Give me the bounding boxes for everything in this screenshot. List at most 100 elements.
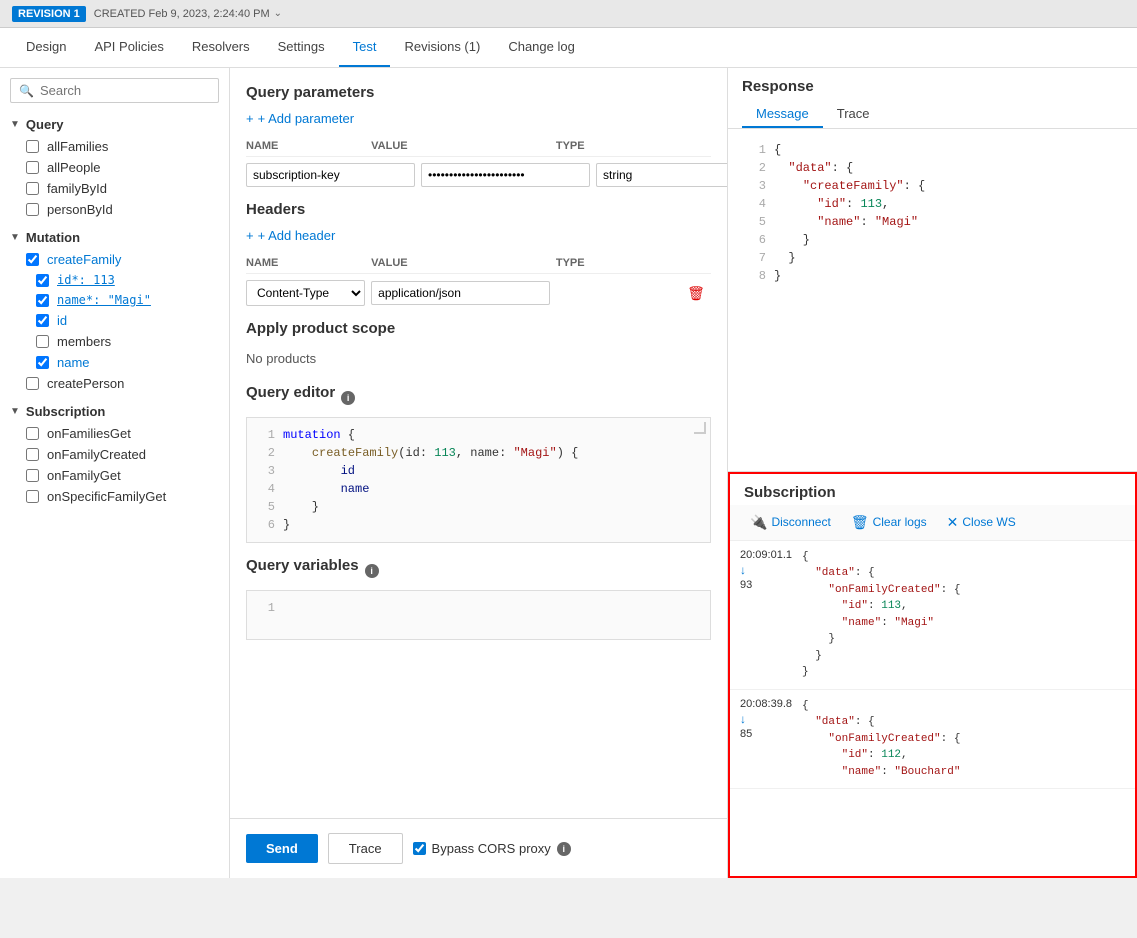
search-box[interactable]: 🔍 xyxy=(10,78,219,103)
add-header-link[interactable]: + + Add header xyxy=(246,228,711,243)
list-item[interactable]: name*: "Magi" xyxy=(0,290,229,310)
sidebar-section-query-label: Query xyxy=(26,117,64,132)
list-item[interactable]: createFamily xyxy=(0,249,229,270)
onSpecificFamilyGet-checkbox[interactable] xyxy=(26,490,39,503)
code-line: 5 "name": "Magi" xyxy=(746,213,1119,231)
createFamily-checkbox[interactable] xyxy=(26,253,39,266)
list-item[interactable]: id*: 113 xyxy=(0,270,229,290)
code-line: 1 mutation { xyxy=(255,426,702,444)
close-ws-button[interactable]: ✕ Close WS xyxy=(941,511,1022,534)
allPeople-checkbox[interactable] xyxy=(26,161,39,174)
subscription-toolbar: 🔌 Disconnect 🗑 Clear logs ✕ Close WS xyxy=(730,505,1135,541)
id-checkbox[interactable] xyxy=(36,274,49,287)
right-panel: Response Message Trace 1 { 2 "data": { xyxy=(727,68,1137,878)
search-input[interactable] xyxy=(40,83,210,98)
sidebar-item-label: id xyxy=(57,313,67,328)
tab-test[interactable]: Test xyxy=(339,27,391,67)
content-scrollable[interactable]: Query parameters + + Add parameter NAME … xyxy=(230,68,727,818)
sidebar-item-label: onSpecificFamilyGet xyxy=(47,489,166,504)
disconnect-label: Disconnect xyxy=(771,515,830,529)
header-name-select[interactable]: Content-Type xyxy=(246,280,365,306)
list-item[interactable]: onFamilyCreated xyxy=(0,444,229,465)
list-item[interactable]: allPeople xyxy=(0,157,229,178)
sidebar-section-mutation[interactable]: ▼ Mutation xyxy=(0,226,229,249)
list-item[interactable]: allFamilies xyxy=(0,136,229,157)
code-line: 2 "data": { xyxy=(746,159,1119,177)
add-parameter-link[interactable]: + + Add parameter xyxy=(246,111,711,126)
trace-button[interactable]: Trace xyxy=(328,833,403,864)
chevron-down-icon[interactable]: ⌄ xyxy=(274,8,282,19)
personById-checkbox[interactable] xyxy=(26,203,39,216)
tab-settings[interactable]: Settings xyxy=(264,27,339,67)
top-bar-meta: CREATED Feb 9, 2023, 2:24:40 PM ⌄ xyxy=(94,8,282,20)
header-value-input[interactable] xyxy=(371,281,550,305)
param-value-input[interactable] xyxy=(421,163,590,187)
list-item[interactable]: members xyxy=(0,331,229,352)
tab-api-policies[interactable]: API Policies xyxy=(80,27,177,67)
query-editor[interactable]: 1 mutation { 2 createFamily(id: 113, nam… xyxy=(246,417,711,543)
sidebar-item-label: allFamilies xyxy=(47,139,108,154)
list-item[interactable]: onSpecificFamilyGet xyxy=(0,486,229,507)
list-item[interactable]: personById xyxy=(0,199,229,220)
param-name-input[interactable] xyxy=(246,163,415,187)
sidebar-item-label: onFamiliesGet xyxy=(47,426,131,441)
tab-message[interactable]: Message xyxy=(742,101,823,128)
tab-trace[interactable]: Trace xyxy=(823,101,884,128)
log-timestamp: 20:09:01.1 ↓ 93 xyxy=(740,549,792,681)
name-magi-checkbox[interactable] xyxy=(36,294,49,307)
familyById-checkbox[interactable] xyxy=(26,182,39,195)
param-type-input[interactable] xyxy=(596,163,727,187)
response-tabs: Message Trace xyxy=(728,95,1137,129)
list-item[interactable]: createPerson xyxy=(0,373,229,394)
table-row: Content-Type 🗑 xyxy=(246,280,711,306)
code-line: 3 id xyxy=(255,462,702,480)
clear-logs-icon: 🗑 xyxy=(851,514,869,531)
query-vars-editor[interactable]: 1 xyxy=(246,590,711,640)
resize-handle[interactable] xyxy=(694,422,706,434)
subscription-logs[interactable]: 20:09:01.1 ↓ 93 { "data": { "onFamilyCre… xyxy=(730,541,1135,877)
list-item[interactable]: onFamiliesGet xyxy=(0,423,229,444)
table-row: 🗑 xyxy=(246,163,711,187)
chevron-down-icon: ▼ xyxy=(10,232,20,243)
onFamilyCreated-checkbox[interactable] xyxy=(26,448,39,461)
query-variables-section: Query variables i 1 xyxy=(246,557,711,640)
disconnect-button[interactable]: 🔌 Disconnect xyxy=(744,511,837,534)
sidebar: 🔍 ▼ Query allFamilies allPeople familyBy… xyxy=(0,68,230,878)
tab-revisions[interactable]: Revisions (1) xyxy=(390,27,494,67)
bypass-cors-checkbox[interactable] xyxy=(413,842,426,855)
disconnect-icon: 🔌 xyxy=(750,514,767,531)
tab-resolvers[interactable]: Resolvers xyxy=(178,27,264,67)
createPerson-checkbox[interactable] xyxy=(26,377,39,390)
close-ws-label: Close WS xyxy=(962,515,1015,529)
revision-badge: REVISION 1 xyxy=(12,6,86,22)
sidebar-section-mutation-label: Mutation xyxy=(26,230,80,245)
delete-header-button[interactable]: 🗑 xyxy=(681,285,711,302)
id-field-checkbox[interactable] xyxy=(36,314,49,327)
response-body[interactable]: 1 { 2 "data": { 3 "createFamily": { 4 xyxy=(728,129,1137,471)
members-checkbox[interactable] xyxy=(36,335,49,348)
code-line: 7 } xyxy=(746,249,1119,267)
bypass-cors-label[interactable]: Bypass CORS proxy i xyxy=(413,841,571,856)
name-field-checkbox[interactable] xyxy=(36,356,49,369)
headers-section: Headers + + Add header NAME VALUE TYPE C… xyxy=(246,201,711,306)
tab-design[interactable]: Design xyxy=(12,27,80,67)
sidebar-section-query[interactable]: ▼ Query xyxy=(0,113,229,136)
sidebar-item-label: personById xyxy=(47,202,113,217)
send-button[interactable]: Send xyxy=(246,834,318,863)
tab-changelog[interactable]: Change log xyxy=(494,27,589,67)
list-item[interactable]: id xyxy=(0,310,229,331)
onFamiliesGet-checkbox[interactable] xyxy=(26,427,39,440)
onFamilyGet-checkbox[interactable] xyxy=(26,469,39,482)
plus-icon: + xyxy=(246,111,254,126)
down-arrow-icon: ↓ xyxy=(740,712,746,726)
list-item[interactable]: name xyxy=(0,352,229,373)
clear-logs-button[interactable]: 🗑 Clear logs xyxy=(845,511,933,534)
query-params-section: Query parameters + + Add parameter NAME … xyxy=(246,84,711,187)
list-item[interactable]: onFamilyGet xyxy=(0,465,229,486)
allFamilies-checkbox[interactable] xyxy=(26,140,39,153)
created-label: CREATED Feb 9, 2023, 2:24:40 PM xyxy=(94,8,270,20)
sidebar-section-subscription[interactable]: ▼ Subscription xyxy=(0,400,229,423)
code-line: 4 "id": 113, xyxy=(746,195,1119,213)
query-params-title: Query parameters xyxy=(246,84,711,101)
list-item[interactable]: familyById xyxy=(0,178,229,199)
